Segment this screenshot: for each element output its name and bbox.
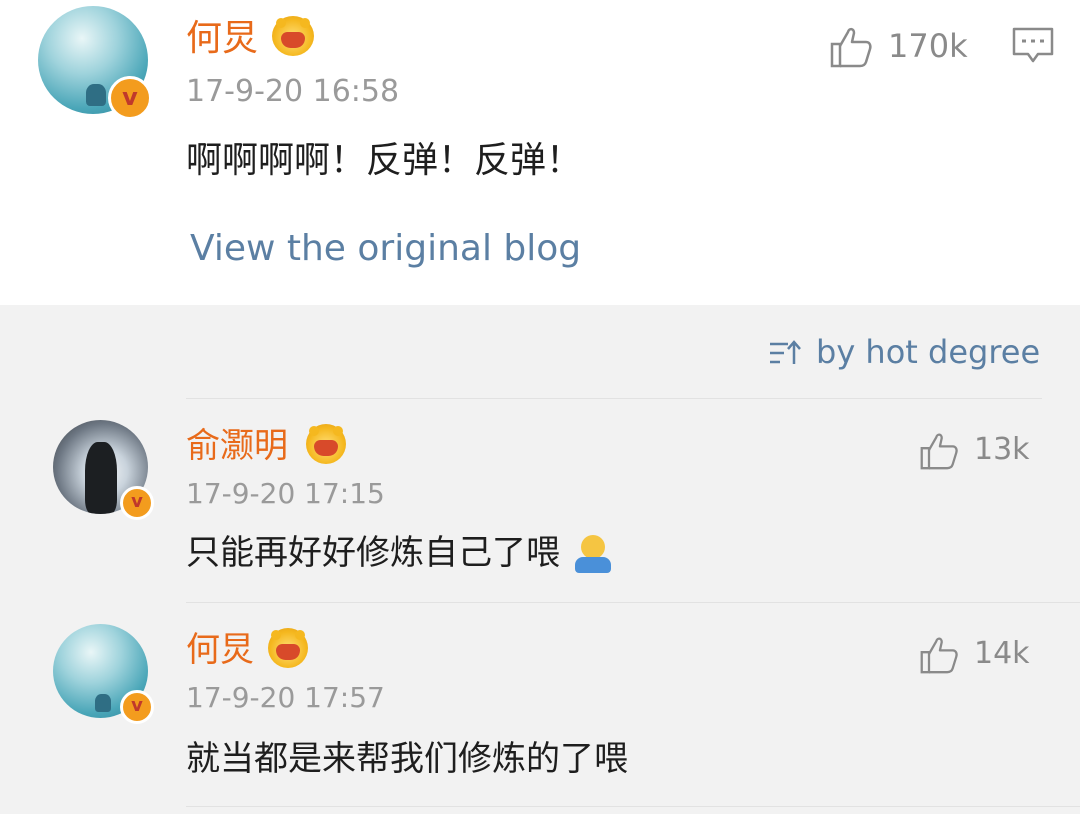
comment-timestamp: 17-9-20 17:15 xyxy=(186,477,385,510)
divider xyxy=(186,602,1080,603)
comment-like-button[interactable]: 13k xyxy=(918,428,1048,474)
verified-badge-icon: v xyxy=(120,486,154,520)
comment-like-count: 14k xyxy=(974,636,1030,671)
comment-like-button[interactable]: 14k xyxy=(918,632,1048,678)
thumbs-up-icon xyxy=(920,637,958,674)
verified-badge-icon: v xyxy=(120,690,154,724)
crown-emoji xyxy=(268,628,308,668)
shrug-emoji xyxy=(571,534,615,575)
comment-like-count: 13k xyxy=(974,432,1030,467)
comment-author-name[interactable]: 何炅 xyxy=(186,626,254,674)
comment-timestamp: 17-9-20 17:57 xyxy=(186,681,385,714)
divider xyxy=(186,398,1042,399)
verified-badge-icon: v xyxy=(108,76,152,120)
comment-item: v 俞灏明 17-9-20 17:15 只能再好好修炼自己了喂 13k xyxy=(0,400,1080,600)
thumbs-up-icon xyxy=(830,27,872,68)
post-author-name[interactable]: 何炅 xyxy=(186,14,258,64)
view-original-blog-link[interactable]: View the original blog xyxy=(190,226,581,272)
comment-author-name[interactable]: 俞灏明 xyxy=(186,422,288,470)
sort-icon xyxy=(770,340,801,364)
post-text: 啊啊啊啊！反弹！反弹！ xyxy=(186,140,583,181)
post-like-button[interactable]: 170k xyxy=(828,22,968,72)
post-like-count: 170k xyxy=(888,27,968,65)
thumbs-up-icon xyxy=(920,433,958,470)
sort-label: by hot degree xyxy=(816,333,1041,371)
comment-text: 只能再好好修炼自己了喂 xyxy=(186,528,615,578)
crown-emoji xyxy=(306,424,346,464)
sort-toggle[interactable]: by hot degree xyxy=(768,330,1048,376)
divider xyxy=(186,806,1080,807)
comment-text: 就当都是来帮我们修炼的了喂 xyxy=(186,739,628,779)
comment-item: v 何炅 17-9-20 17:57 就当都是来帮我们修炼的了喂 14k xyxy=(0,604,1080,804)
comment-icon[interactable] xyxy=(1010,26,1056,66)
crown-emoji xyxy=(272,16,314,56)
post-timestamp: 17-9-20 16:58 xyxy=(186,74,400,109)
